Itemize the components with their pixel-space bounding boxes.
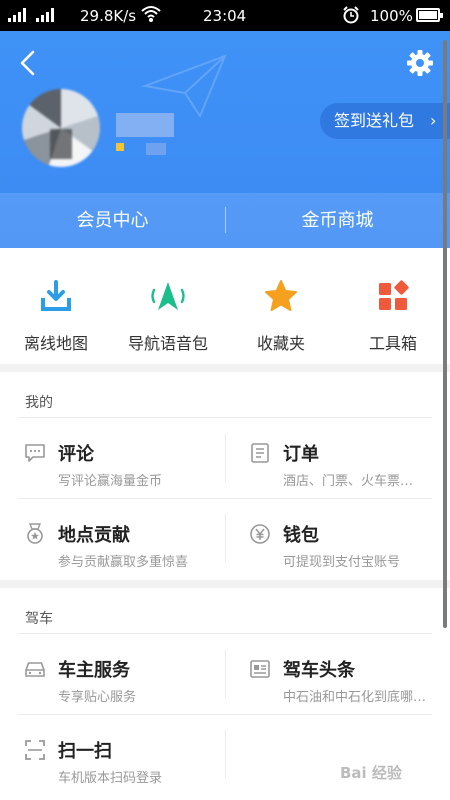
- signal-icon: [8, 8, 54, 22]
- medal-icon: [27, 523, 43, 544]
- toolbox-icon: [379, 280, 409, 310]
- wallet-title: 钱包: [283, 525, 319, 546]
- scan-title: 扫一扫: [58, 741, 112, 762]
- wifi-icon: [141, 6, 161, 22]
- member-bar: 会员中心 金币商城: [0, 193, 450, 248]
- profile-header: 签到送礼包 › 会员中心 金币商城: [0, 31, 450, 248]
- comment-icon: [25, 444, 45, 462]
- place-contribution-title: 地点贡献: [58, 525, 130, 546]
- clock: 23:04: [203, 7, 247, 25]
- back-icon[interactable]: [16, 49, 40, 77]
- toolbox-label: 工具箱: [368, 334, 417, 353]
- comment-subtitle: 写评论赢海量金币: [58, 474, 163, 489]
- favorites-label: 收藏夹: [256, 334, 305, 353]
- battery-icon: [416, 8, 443, 22]
- username-blurred: [116, 113, 174, 137]
- order-entry[interactable]: 订单 酒店、门票、火车票…: [225, 418, 450, 498]
- battery-percent: 100%: [370, 7, 413, 25]
- scan-icon: [25, 740, 45, 760]
- driving-headlines-entry[interactable]: 驾车头条 中石油和中石化到底哪…: [225, 634, 450, 714]
- mine-section: 我的 评论 写评论赢海量金币 订单 酒店、门票、火车票… 地点贡献 参与贡献赢取…: [0, 372, 450, 580]
- voice-pack-button[interactable]: 导航语音包: [112, 278, 224, 354]
- voice-pack-label: 导航语音包: [127, 334, 208, 353]
- mine-section-title: 我的: [25, 395, 53, 411]
- comment-title: 评论: [58, 444, 94, 465]
- offline-map-button[interactable]: 离线地图: [0, 278, 112, 354]
- alarm-icon: [343, 6, 359, 24]
- status-bar: 29.8K/s 23:04 100%: [0, 0, 450, 31]
- order-title: 订单: [283, 444, 319, 465]
- favorites-button[interactable]: 收藏夹: [225, 278, 337, 354]
- star-icon: [265, 280, 297, 311]
- driving-headlines-subtitle: 中石油和中石化到底哪…: [283, 690, 427, 705]
- download-icon: [41, 280, 71, 311]
- wallet-subtitle: 可提现到支付宝账号: [283, 555, 401, 570]
- comment-entry[interactable]: 评论 写评论赢海量金币: [0, 418, 225, 498]
- gear-icon[interactable]: [405, 48, 435, 78]
- scan-entry[interactable]: 扫一扫 车机版本扫码登录: [0, 715, 225, 795]
- quick-actions: 离线地图 导航语音包 收藏夹 工具箱: [0, 248, 450, 364]
- offline-map-label: 离线地图: [23, 334, 88, 353]
- signin-gift-button[interactable]: 签到送礼包 ›: [320, 103, 450, 139]
- avatar[interactable]: [22, 89, 100, 167]
- user-level-blurred: [146, 143, 166, 155]
- car-icon: [25, 662, 45, 677]
- baidu-watermark: Bai 经验: [340, 764, 402, 782]
- member-center-button[interactable]: 会员中心: [0, 193, 225, 248]
- wallet-icon: [250, 524, 270, 544]
- place-contribution-subtitle: 参与贡献赢取多重惊喜: [58, 555, 189, 570]
- navigation-voice-icon: [151, 282, 185, 310]
- scrollbar[interactable]: [443, 40, 447, 628]
- chevron-right-icon: ›: [430, 111, 437, 130]
- paper-plane-decoration: [141, 54, 227, 119]
- drive-section-title: 驾车: [25, 611, 53, 627]
- signin-gift-label: 签到送礼包: [334, 111, 415, 130]
- car-owner-service-title: 车主服务: [58, 660, 130, 681]
- place-contribution-entry[interactable]: 地点贡献 参与贡献赢取多重惊喜: [0, 499, 225, 579]
- network-speed: 29.8K/s: [80, 7, 137, 25]
- car-owner-service-subtitle: 专享贴心服务: [58, 690, 137, 705]
- news-icon: [250, 660, 270, 678]
- coin-mall-button[interactable]: 金币商城: [225, 193, 450, 248]
- car-owner-service-entry[interactable]: 车主服务 专享贴心服务: [0, 634, 225, 714]
- driving-headlines-title: 驾车头条: [283, 660, 355, 681]
- user-level-badge: [116, 143, 124, 151]
- scan-subtitle: 车机版本扫码登录: [58, 771, 163, 786]
- wallet-entry[interactable]: 钱包 可提现到支付宝账号: [225, 499, 450, 579]
- toolbox-button[interactable]: 工具箱: [337, 278, 449, 354]
- divider: [225, 730, 226, 778]
- order-subtitle: 酒店、门票、火车票…: [283, 474, 414, 489]
- order-icon: [251, 443, 269, 463]
